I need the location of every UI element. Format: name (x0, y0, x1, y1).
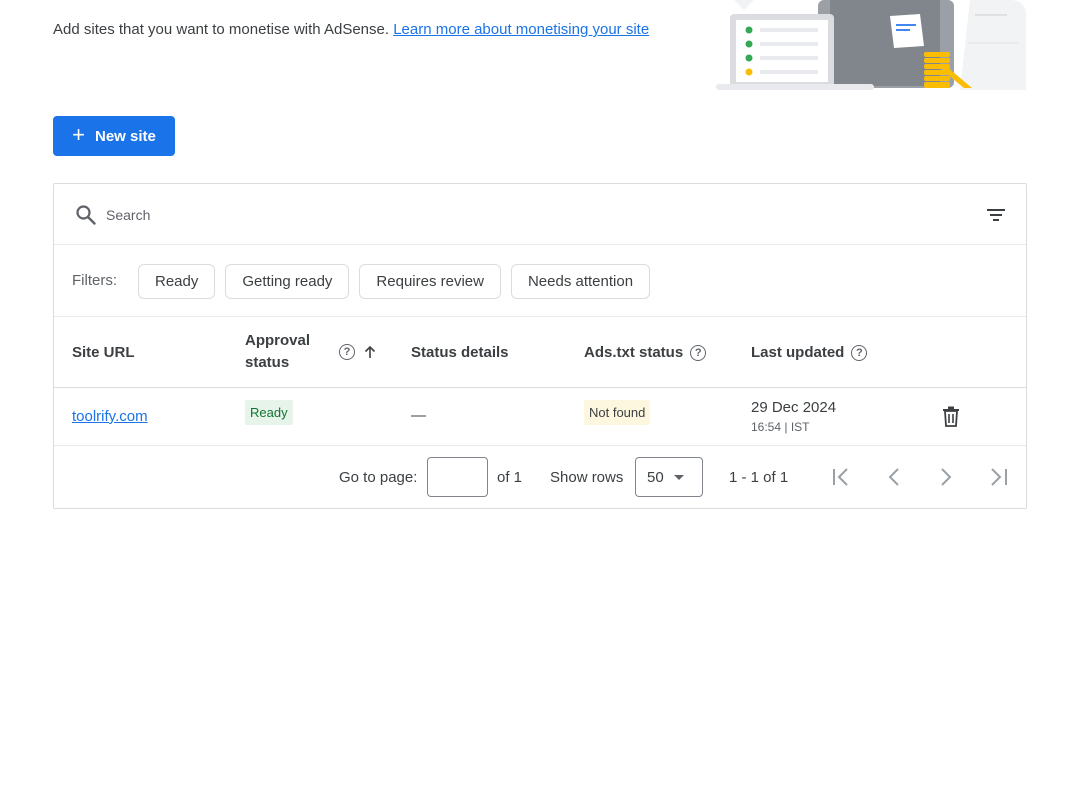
previous-page-icon[interactable] (882, 465, 906, 489)
pagination-bar: Go to page: of 1 Show rows 50 1 - 1 of 1 (54, 446, 1026, 509)
last-updated-date: 29 Dec 2024 (751, 399, 837, 416)
column-header-status-details-label: Status details (411, 344, 509, 361)
ads-txt-help-icon[interactable]: ? (690, 344, 707, 361)
column-header-last-updated-label: Last updated (751, 344, 845, 361)
rows-per-page-value: 50 (647, 468, 664, 486)
page-title-fragment (53, 0, 83, 2)
go-to-page-label: Go to page: (339, 469, 418, 486)
new-site-button[interactable]: + New site (53, 116, 175, 156)
learn-more-link[interactable]: Learn more about monetising your site (393, 21, 649, 38)
column-header-status-details[interactable]: Status details (411, 344, 509, 361)
filter-list-icon[interactable] (984, 203, 1008, 227)
search-input[interactable] (106, 202, 966, 228)
column-header-approval-line2: status (245, 354, 290, 371)
last-page-icon[interactable] (987, 465, 1011, 489)
intro-text: Add sites that you want to monetise with… (53, 21, 649, 38)
column-header-site-url-label: Site URL (72, 344, 135, 361)
approval-help-icon[interactable]: ? (339, 344, 355, 360)
search-bar (54, 184, 1026, 245)
rows-per-page-select[interactable]: 50 (635, 457, 703, 497)
sort-arrow-up-icon[interactable] (362, 344, 378, 360)
sites-table-card: Filters: Ready Getting ready Requires re… (53, 183, 1027, 509)
go-to-page-input[interactable] (427, 457, 488, 497)
hero-illustration (716, 0, 1027, 90)
first-page-icon[interactable] (829, 465, 853, 489)
column-header-last-updated[interactable]: Last updated ? (751, 344, 868, 361)
filter-chips: Ready Getting ready Requires review Need… (138, 264, 651, 299)
total-pages-label: of 1 (497, 469, 523, 486)
ads-txt-status-badge: Not found (584, 400, 651, 425)
filter-chip-ready[interactable]: Ready (138, 264, 216, 299)
column-header-approval-status[interactable]: Approval status (245, 330, 310, 374)
filter-chip-needs-attention[interactable]: Needs attention (510, 264, 651, 299)
next-page-icon[interactable] (934, 465, 958, 489)
column-header-site-url[interactable]: Site URL (72, 344, 135, 361)
page-range-label: 1 - 1 of 1 (729, 469, 789, 486)
last-updated-help-icon[interactable]: ? (851, 344, 868, 361)
last-updated-cell: 29 Dec 2024 16:54 | IST (751, 399, 836, 434)
filter-chip-requires-review[interactable]: Requires review (359, 264, 501, 299)
table-header: Site URL Approval status ? Status detail… (54, 317, 1026, 388)
site-url-link[interactable]: toolrify.com (72, 408, 148, 425)
column-header-ads-txt-status[interactable]: Ads.txt status ? (584, 344, 707, 361)
show-rows-label: Show rows (550, 469, 624, 486)
table-row: toolrify.com Ready — Not found 29 Dec 20… (54, 388, 1026, 446)
column-header-ads-txt-label: Ads.txt status (584, 344, 684, 361)
filter-chip-getting-ready[interactable]: Getting ready (225, 264, 350, 299)
plus-icon: + (72, 122, 85, 147)
search-icon (76, 205, 96, 225)
last-updated-time: 16:54 | IST (751, 420, 810, 434)
new-site-label: New site (95, 127, 156, 145)
approval-help-sort: ? (332, 344, 378, 360)
approval-status-badge: Ready (245, 400, 293, 425)
filters-bar: Filters: Ready Getting ready Requires re… (54, 245, 1026, 317)
delete-trash-icon[interactable] (940, 405, 962, 427)
column-header-approval-line1: Approval (245, 332, 311, 349)
intro-description: Add sites that you want to monetise with… (53, 21, 390, 38)
status-details-value: — (411, 407, 426, 424)
dropdown-caret-icon (674, 475, 684, 480)
filters-label: Filters: (72, 272, 117, 289)
